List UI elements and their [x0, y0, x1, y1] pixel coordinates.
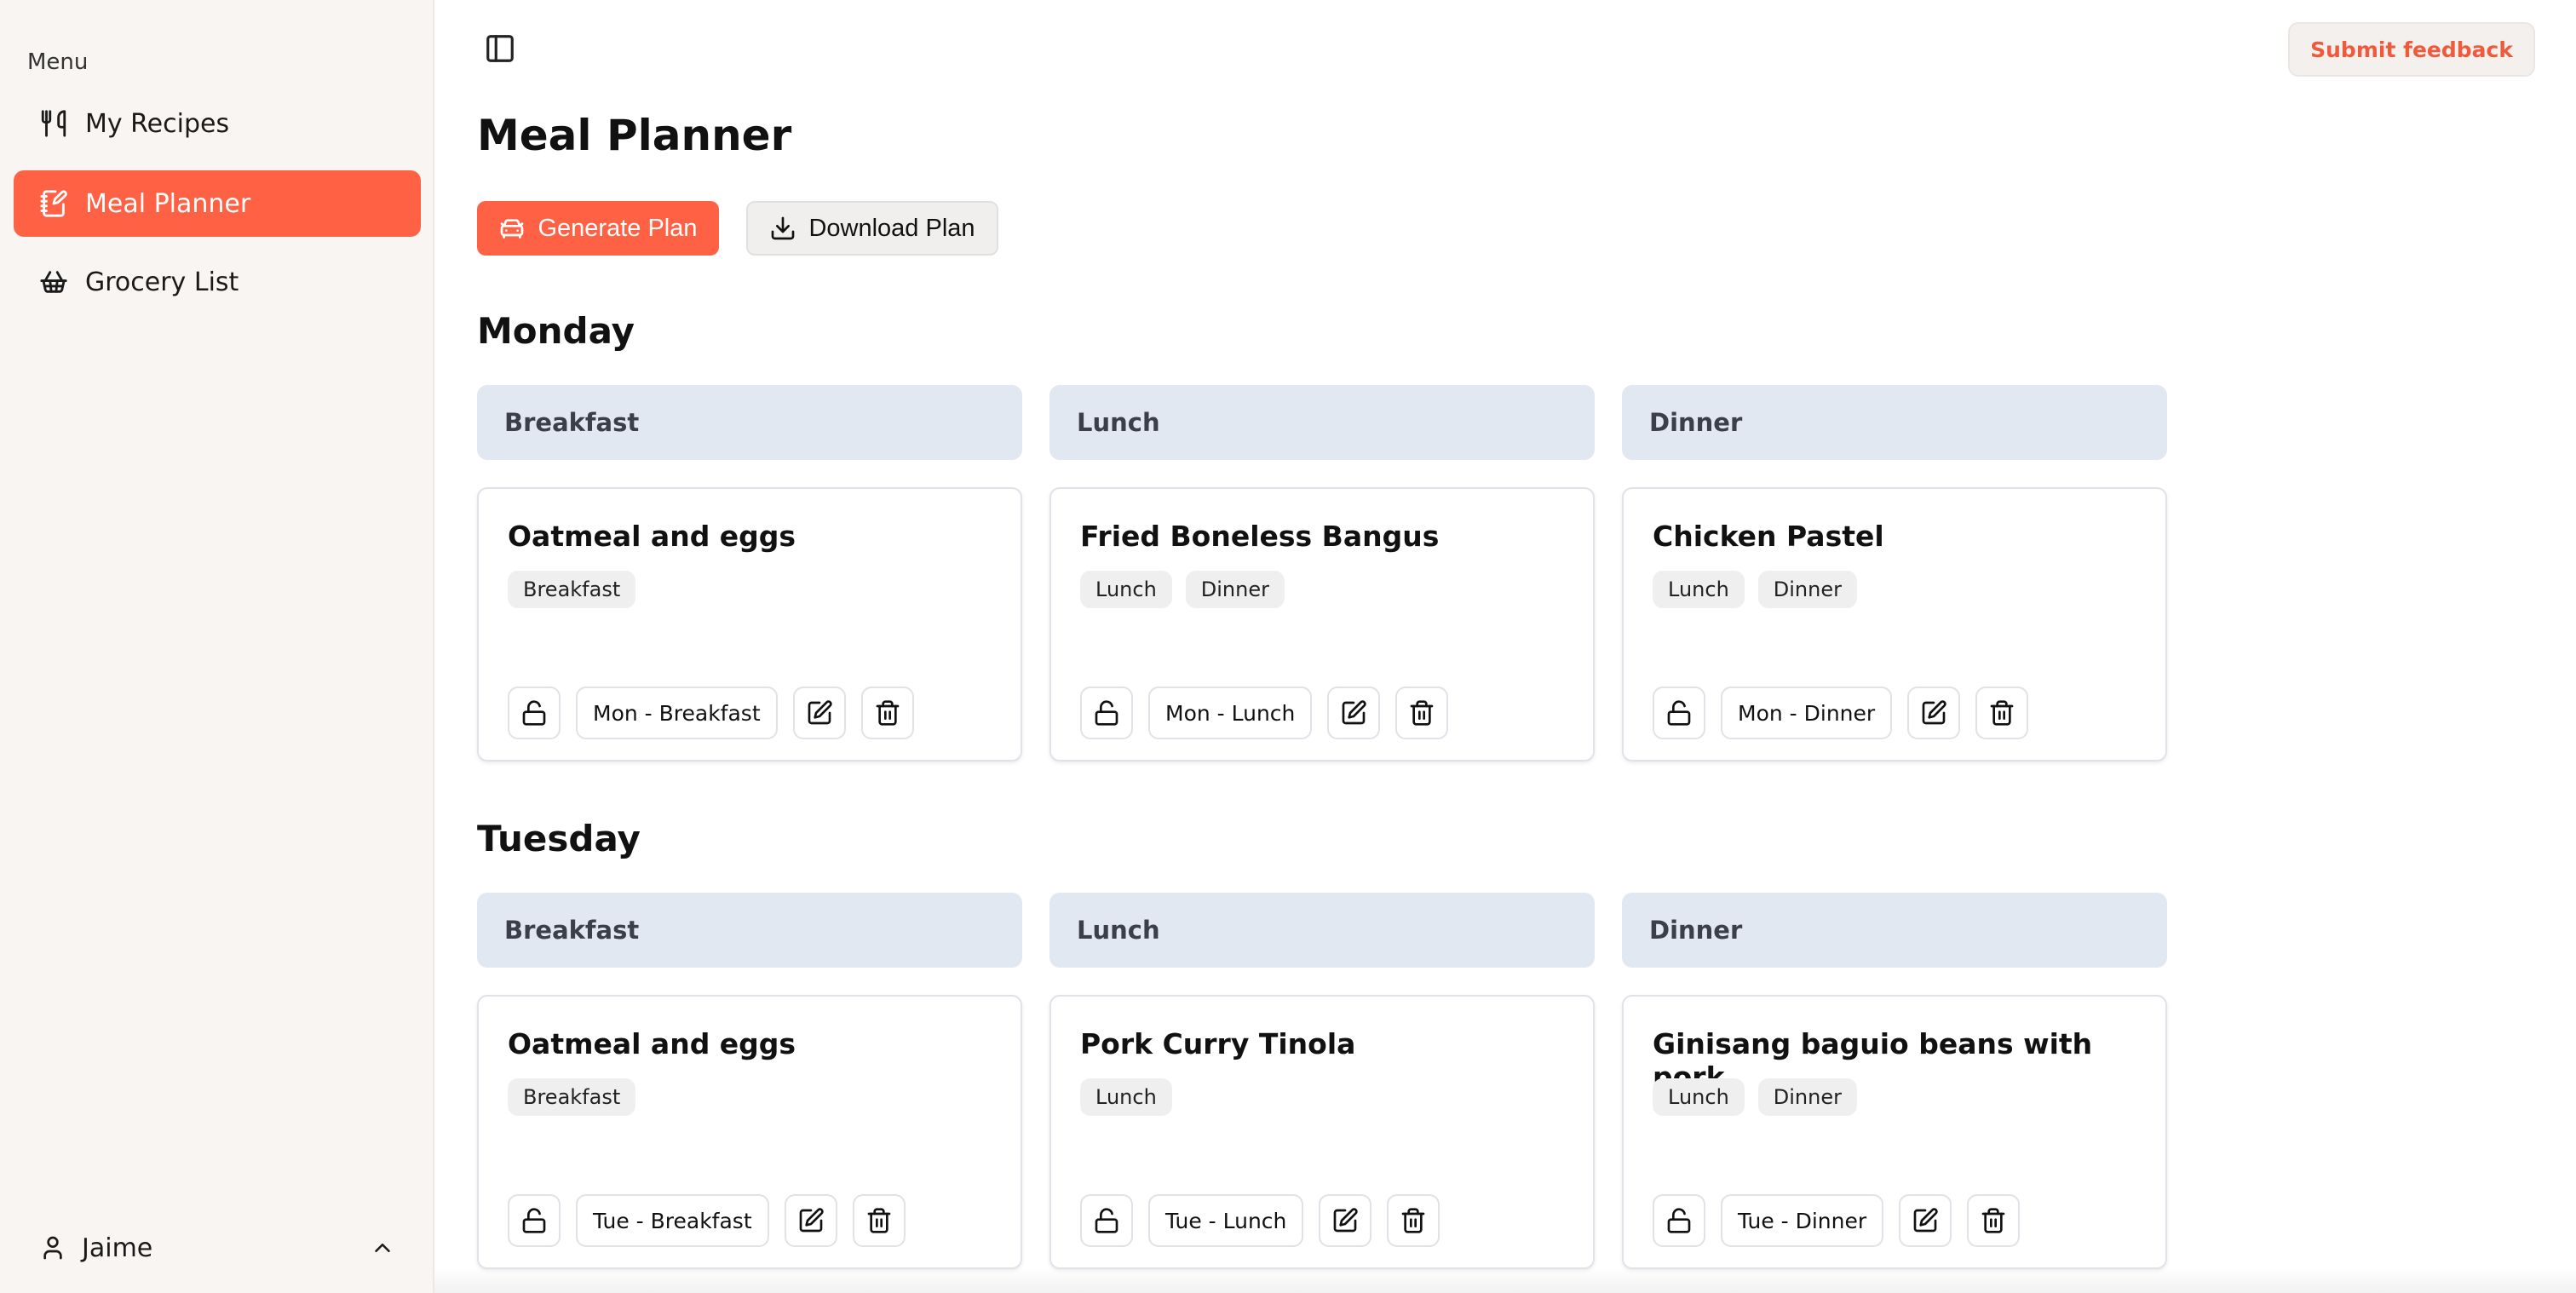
unlock-icon: [522, 700, 546, 726]
tag-badge: Lunch: [1080, 1078, 1172, 1116]
sidebar-item-label: My Recipes: [85, 108, 230, 139]
edit-button[interactable]: [1907, 687, 1961, 739]
trash-icon: [1990, 700, 2014, 726]
tag-badge: Lunch: [1080, 571, 1172, 608]
trash-icon: [1411, 700, 1434, 726]
recipe-card[interactable]: Ginisang baguio beans with pork Lunch Di…: [1622, 995, 2167, 1269]
delete-button[interactable]: [1395, 687, 1449, 739]
day-title-tuesday: Tuesday: [477, 818, 641, 859]
edit-icon: [1922, 700, 1946, 725]
unlock-icon: [1667, 1208, 1691, 1233]
delete-button[interactable]: [852, 1194, 906, 1247]
delete-button[interactable]: [860, 687, 914, 739]
sidebar-item-grocery-list[interactable]: Grocery List: [14, 249, 421, 315]
slot-header: Dinner: [1622, 385, 2167, 460]
recipe-title: Oatmeal and eggs: [508, 1027, 796, 1060]
trash-icon: [1402, 1208, 1425, 1233]
page-title: Meal Planner: [477, 111, 792, 160]
delete-button[interactable]: [1387, 1194, 1440, 1247]
utensils-icon: [39, 109, 68, 138]
tag-badge: Dinner: [1185, 571, 1285, 608]
tag-badge: Dinner: [1757, 571, 1857, 608]
tag-badge: Dinner: [1757, 1078, 1857, 1116]
scroll-fade: [434, 1267, 2576, 1293]
slot-select[interactable]: Mon - Dinner: [1721, 687, 1893, 739]
unlock-icon: [522, 1208, 546, 1233]
slot-select[interactable]: Tue - Breakfast: [576, 1194, 769, 1247]
recipe-card[interactable]: Chicken Pastel Lunch Dinner Mon - Dinner: [1622, 487, 2167, 761]
unlock-icon: [1095, 1208, 1118, 1233]
trash-icon: [1981, 1208, 2005, 1233]
download-icon: [772, 216, 795, 240]
sidebar: Menu My Recipes Meal Planner Grocery Lis…: [0, 0, 434, 1293]
tag-badge: Breakfast: [508, 571, 636, 608]
slot-select[interactable]: Tue - Lunch: [1148, 1194, 1304, 1247]
recipe-title: Oatmeal and eggs: [508, 520, 796, 553]
edit-button[interactable]: [792, 687, 846, 739]
menu-label: Menu: [27, 49, 89, 75]
sidebar-item-label: Grocery List: [85, 267, 239, 297]
recipe-title: Chicken Pastel: [1653, 520, 1884, 553]
tag-badge: Breakfast: [508, 1078, 636, 1116]
slot-header: Breakfast: [477, 893, 1022, 968]
recipe-card[interactable]: Pork Curry Tinola Lunch Tue - Lunch: [1049, 995, 1595, 1269]
edit-icon: [799, 1208, 824, 1233]
edit-button[interactable]: [1899, 1194, 1952, 1247]
slot-header: Lunch: [1049, 893, 1595, 968]
submit-feedback-button[interactable]: Submit feedback: [2288, 22, 2535, 77]
sidebar-item-my-recipes[interactable]: My Recipes: [14, 90, 421, 157]
edit-button[interactable]: [1327, 687, 1381, 739]
trash-icon: [867, 1208, 890, 1233]
generate-plan-button[interactable]: Generate Plan: [477, 201, 719, 256]
download-plan-button[interactable]: Download Plan: [746, 201, 998, 256]
delete-button[interactable]: [1975, 687, 2029, 739]
edit-button[interactable]: [1319, 1194, 1372, 1247]
day-title-monday: Monday: [477, 310, 635, 352]
lock-button[interactable]: [1653, 687, 1705, 739]
sidebar-item-label: Meal Planner: [85, 188, 251, 219]
user-menu[interactable]: Jaime: [14, 1220, 421, 1276]
delete-button[interactable]: [1967, 1194, 2021, 1247]
notebook-pen-icon: [39, 189, 68, 218]
unlock-icon: [1095, 700, 1118, 726]
slot-select[interactable]: Mon - Lunch: [1148, 687, 1313, 739]
generate-plan-label: Generate Plan: [538, 214, 698, 242]
recipe-card[interactable]: Oatmeal and eggs Breakfast Tue - Breakfa…: [477, 995, 1022, 1269]
edit-icon: [808, 700, 832, 725]
basket-icon: [39, 267, 68, 296]
recipe-title: Pork Curry Tinola: [1080, 1027, 1356, 1060]
user-icon: [43, 1236, 62, 1260]
lock-button[interactable]: [1080, 1194, 1133, 1247]
tag-badge: Lunch: [1653, 571, 1745, 608]
slot-select[interactable]: Tue - Dinner: [1721, 1194, 1884, 1247]
edit-icon: [1913, 1208, 1938, 1233]
generate-icon: [501, 219, 524, 238]
sidebar-item-meal-planner[interactable]: Meal Planner: [14, 170, 421, 237]
slot-header: Breakfast: [477, 385, 1022, 460]
main-content: Submit feedback Meal Planner Generate Pl…: [434, 0, 2576, 1293]
recipe-card[interactable]: Oatmeal and eggs Breakfast Mon - Breakfa…: [477, 487, 1022, 761]
edit-icon: [1334, 1208, 1359, 1233]
chevron-up-icon: [375, 1244, 390, 1252]
recipe-card[interactable]: Fried Boneless Bangus Lunch Dinner Mon -…: [1049, 487, 1595, 761]
download-plan-label: Download Plan: [808, 214, 975, 242]
lock-button[interactable]: [1653, 1194, 1705, 1247]
sidebar-toggle-icon[interactable]: [484, 32, 516, 65]
lock-button[interactable]: [508, 687, 561, 739]
slot-header: Lunch: [1049, 385, 1595, 460]
trash-icon: [876, 700, 899, 726]
edit-icon: [1343, 700, 1367, 725]
lock-button[interactable]: [508, 1194, 561, 1247]
unlock-icon: [1667, 700, 1691, 726]
tag-badge: Lunch: [1653, 1078, 1745, 1116]
lock-button[interactable]: [1080, 687, 1133, 739]
user-name: Jaime: [82, 1233, 153, 1263]
recipe-title: Fried Boneless Bangus: [1080, 520, 1440, 553]
edit-button[interactable]: [784, 1194, 837, 1247]
slot-select[interactable]: Mon - Breakfast: [576, 687, 778, 739]
slot-header: Dinner: [1622, 893, 2167, 968]
